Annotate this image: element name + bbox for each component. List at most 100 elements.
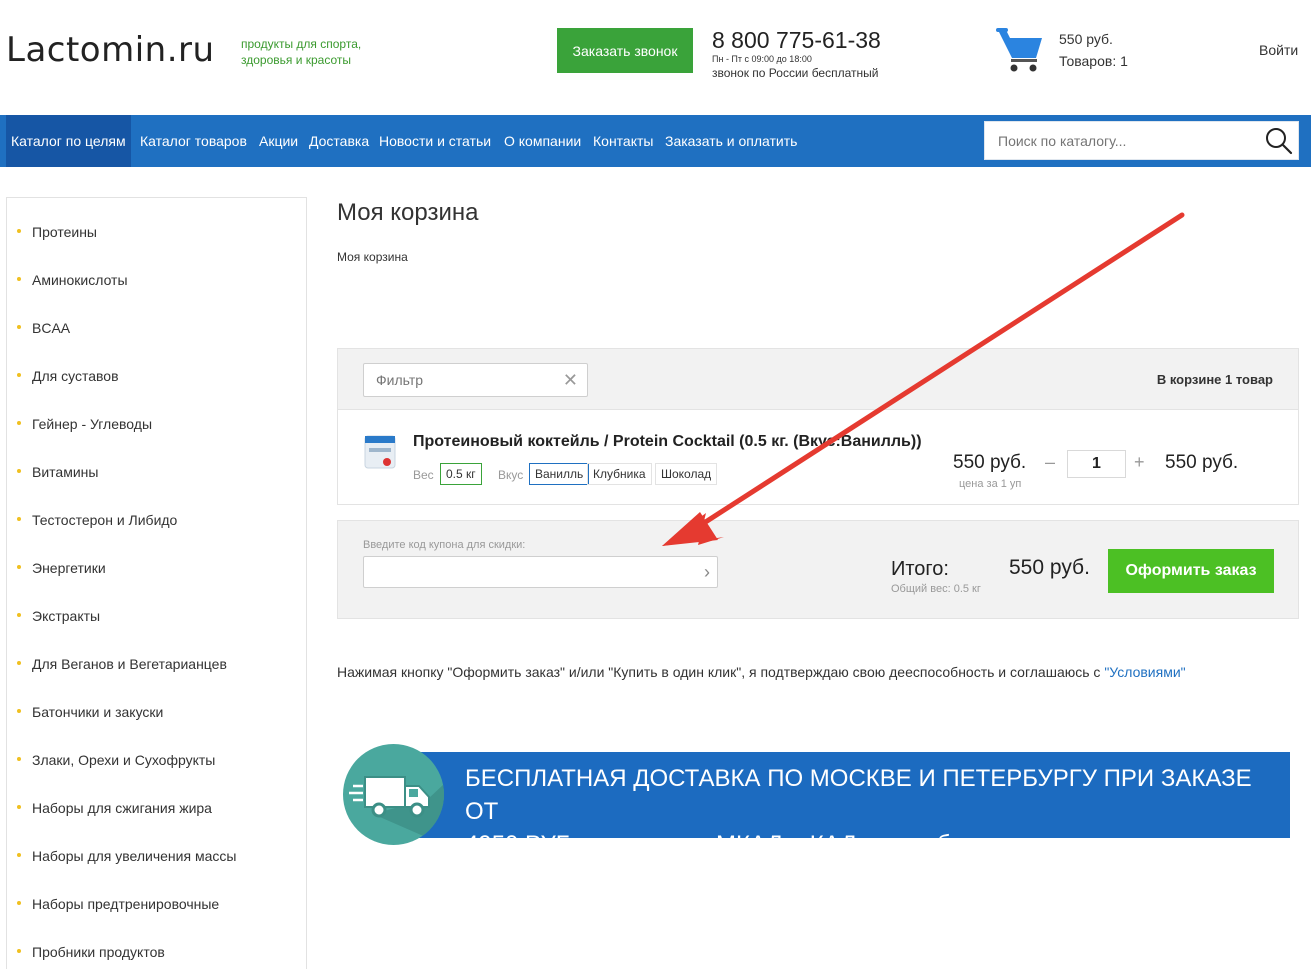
terms-text: Нажимая кнопку "Оформить заказ" и/или "К… — [337, 664, 1105, 680]
delivery-banner[interactable]: БЕСПЛАТНАЯ ДОСТАВКА ПО МОСКВЕ И ПЕТЕРБУР… — [418, 752, 1290, 858]
banner-link[interactable]: по ссылке — [997, 831, 1109, 858]
sidebar-item-label: Пробники продуктов — [32, 944, 165, 960]
bullet-icon — [17, 661, 21, 666]
sidebar-item-label: Экстракты — [32, 608, 101, 624]
chevron-right-icon[interactable]: › — [704, 562, 710, 583]
sidebar-item[interactable]: Энергетики — [17, 560, 106, 576]
bullet-icon — [17, 325, 21, 330]
bullet-icon — [17, 469, 21, 474]
site-tagline: продукты для спорта, здоровья и красоты — [241, 37, 362, 67]
bullet-icon — [17, 277, 21, 282]
qty-decrease-button[interactable]: – — [1045, 452, 1055, 473]
sidebar-item-label: Энергетики — [32, 560, 106, 576]
nav-item-about[interactable]: О компании — [499, 115, 586, 167]
nav-item-catalog-goals[interactable]: Каталог по целям — [6, 115, 131, 167]
login-link[interactable]: Войти — [1259, 42, 1298, 58]
coupon-input[interactable] — [364, 557, 684, 587]
sidebar-item[interactable]: Наборы предтренировочные — [17, 896, 219, 912]
banner-line1: БЕСПЛАТНАЯ ДОСТАВКА ПО МОСКВЕ И ПЕТЕРБУР… — [465, 765, 1252, 825]
search-box — [984, 121, 1299, 160]
terms-link[interactable]: "Условиями" — [1104, 664, 1185, 680]
sidebar-item[interactable]: BCAA — [17, 320, 70, 336]
total-label: Итого: — [891, 558, 949, 580]
sidebar-item-label: Протеины — [32, 224, 97, 240]
sidebar-item-label: Аминокислоты — [32, 272, 128, 288]
working-hours: Пн - Пт с 09:00 до 18:00 — [712, 54, 812, 64]
unit-price-note: цена за 1 уп — [959, 478, 1022, 490]
sidebar-item[interactable]: Наборы для сжигания жира — [17, 800, 212, 816]
qty-increase-button[interactable]: + — [1134, 452, 1145, 473]
sidebar-item-label: BCAA — [32, 320, 71, 336]
nav-item-promotions[interactable]: Акции — [254, 115, 303, 167]
sidebar-item-label: Гейнер - Углеводы — [32, 416, 153, 432]
close-icon[interactable]: ✕ — [563, 370, 578, 391]
product-name[interactable]: Протеиновый коктейль / Protein Cocktail … — [413, 433, 922, 451]
sidebar-item-label: Для суставов — [32, 368, 119, 384]
sidebar-item[interactable]: Экстракты — [17, 608, 100, 624]
sidebar-item[interactable]: Аминокислоты — [17, 272, 128, 288]
product-image[interactable] — [363, 432, 399, 472]
sidebar-item[interactable]: Батончики и закуски — [17, 704, 163, 720]
sidebar-item[interactable]: Витамины — [17, 464, 98, 480]
coupon-label: Введите код купона для скидки: — [363, 539, 526, 551]
checkout-button[interactable]: Оформить заказ — [1108, 549, 1274, 593]
quantity-input[interactable] — [1067, 450, 1126, 478]
filter-input[interactable] — [364, 364, 554, 396]
bullet-icon — [17, 565, 21, 570]
sidebar-item-label: Витамины — [32, 464, 99, 480]
search-icon[interactable] — [1264, 126, 1294, 156]
nav-item-delivery[interactable]: Доставка — [304, 115, 374, 167]
cart-items-count: В корзине 1 товар — [1156, 372, 1273, 387]
bullet-icon — [17, 805, 21, 810]
sidebar-item-label: Наборы для сжигания жира — [32, 800, 212, 816]
sidebar-item-label: Батончики и закуски — [32, 704, 164, 720]
weight-label: Вес — [413, 468, 434, 482]
bullet-icon — [17, 373, 21, 378]
nav-item-news[interactable]: Новости и статьи — [374, 115, 496, 167]
unit-price: 550 руб. — [953, 452, 1027, 473]
coupon-box: › — [363, 556, 718, 588]
bullet-icon — [17, 709, 21, 714]
sidebar-item[interactable]: Пробники продуктов — [17, 944, 165, 960]
phone-number[interactable]: 8 800 775-61-38 — [712, 27, 881, 54]
nav-item-contacts[interactable]: Контакты — [588, 115, 658, 167]
callback-button[interactable]: Заказать звонок — [557, 28, 693, 73]
sidebar-item[interactable]: Протеины — [17, 224, 97, 240]
bullet-icon — [17, 853, 21, 858]
taste-option-strawberry[interactable]: Клубника — [587, 463, 652, 485]
cart-header: ✕ В корзине 1 товар — [337, 348, 1299, 410]
sidebar-item[interactable]: Злаки, Орехи и Сухофрукты — [17, 752, 215, 768]
sidebar-item-label: Наборы для увеличения массы — [32, 848, 237, 864]
nav-item-catalog-products[interactable]: Каталог товаров — [135, 115, 252, 167]
cart-icon[interactable] — [996, 26, 1046, 74]
category-sidebar: Протеины Аминокислоты BCAA Для суставов … — [6, 197, 307, 969]
cart-sum[interactable]: 550 руб. — [1059, 31, 1113, 47]
bullet-icon — [17, 421, 21, 426]
cart-footer: Введите код купона для скидки: › Итого: … — [337, 520, 1299, 619]
sidebar-item[interactable]: Наборы для увеличения массы — [17, 848, 236, 864]
row-total: 550 руб. — [1165, 452, 1239, 473]
sidebar-item[interactable]: Для Веганов и Вегетарианцев — [17, 656, 227, 672]
sidebar-item[interactable]: Гейнер - Углеводы — [17, 416, 152, 432]
sidebar-item[interactable]: Для суставов — [17, 368, 119, 384]
taste-option-chocolate[interactable]: Шоколад — [655, 463, 718, 485]
cart-count[interactable]: Товаров: 1 — [1059, 53, 1128, 69]
terms-notice: Нажимая кнопку "Оформить заказ" и/или "К… — [337, 664, 1186, 680]
sidebar-item-label: Злаки, Орехи и Сухофрукты — [32, 752, 216, 768]
bullet-icon — [17, 229, 21, 234]
bullet-icon — [17, 757, 21, 762]
breadcrumb[interactable]: Моя корзина — [337, 250, 408, 264]
weight-option[interactable]: 0.5 кг — [440, 463, 482, 485]
bullet-icon — [17, 613, 21, 618]
sidebar-item-label: Наборы предтренировочные — [32, 896, 220, 912]
taste-option-vanilla[interactable]: Ванилль — [529, 463, 590, 485]
banner-text: БЕСПЛАТНАЯ ДОСТАВКА ПО МОСКВЕ И ПЕТЕРБУР… — [465, 762, 1285, 861]
search-input[interactable] — [985, 122, 1255, 159]
bullet-icon — [17, 901, 21, 906]
nav-item-order-pay[interactable]: Заказать и оплатить — [660, 115, 802, 167]
site-header: Lactomin.ru продукты для спорта, здоровь… — [0, 0, 1311, 115]
site-logo[interactable]: Lactomin.ru — [6, 30, 215, 70]
sidebar-item-label: Для Веганов и Вегетарианцев — [32, 656, 227, 672]
banner-line2: 4950 РУБ. в пределах МКАД и КАД, подробн… — [465, 831, 998, 858]
sidebar-item[interactable]: Тестостерон и Либидо — [17, 512, 177, 528]
